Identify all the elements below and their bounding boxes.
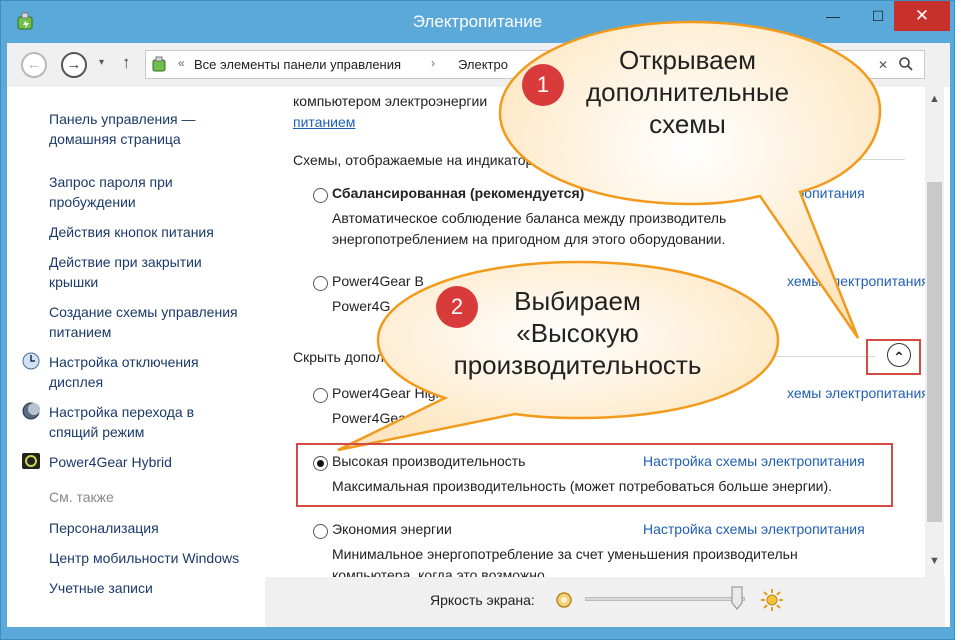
vertical-scrollbar[interactable]: ▲ ▼ [925,87,944,577]
brightness-low-icon [556,592,572,608]
recent-locations-button[interactable]: ▾ [99,57,104,68]
plan-desc-power-saver-1: Минимальное энергопотребление за счет ум… [332,546,798,562]
sidebar-item-display-off[interactable]: Настройка отключения дисплея [49,352,199,392]
sidebar-home-link[interactable]: Панель управления — домашняя страница [49,109,196,149]
brightness-slider-thumb[interactable] [731,586,743,610]
plan-desc-balanced-1: Автоматическое соблюдение баланса между … [332,210,727,226]
plan-name-balanced[interactable]: Сбалансированная (рекомендуется) [332,185,584,201]
power4gear-icon [22,453,40,469]
plan-settings-link-balanced[interactable]: Настройка схемы электропитания [643,185,865,201]
sidebar-item-create-plan[interactable]: Создание схемы управления питанием [49,302,238,342]
sidebar-item-mobility-center[interactable]: Центр мобильности Windows [49,548,239,568]
plan-desc-high-performance: Максимальная производительность (может п… [332,478,833,494]
plan-desc-power4gear-battery: Power4G [332,298,391,314]
hide-section-divider [685,356,875,357]
intro-link[interactable]: питанием [293,114,355,130]
plan-desc-power-saver-2: компьютера, когда это возможно. [332,567,549,577]
search-clear-icon[interactable]: ✕ [878,58,888,72]
breadcrumb-power[interactable]: Электро [458,57,508,72]
moon-icon [22,402,40,420]
sidebar-item-power-buttons[interactable]: Действия кнопок питания [49,222,214,242]
control-panel-icon [152,56,166,72]
radio-power-saver[interactable] [313,524,328,539]
radio-power4gear-battery[interactable] [313,276,328,291]
brightness-slider-track[interactable] [585,597,745,601]
sidebar-item-power4gear[interactable]: Power4Gear Hybrid [49,452,172,472]
display-icon [22,352,40,370]
hide-additional-plans[interactable]: Скрыть допол [293,349,384,365]
brightness-bar: Яркость экрана: [265,577,945,627]
sidebar-item-lid-close[interactable]: Действие при закрытии крышки [49,252,202,292]
sidebar-item-sleep[interactable]: Настройка перехода в спящий режим [49,402,194,442]
address-overflow-chevron[interactable]: « [178,56,185,70]
plan-desc-power4gear-high: Power4Gear [332,410,411,426]
sidebar: Панель управления — домашняя страница За… [7,87,265,627]
brightness-label: Яркость экрана: [430,592,535,608]
window: Электропитание — ☐ ✕ ← → ▾ ↑ « Все элеме… [0,0,955,640]
plan-name-high-performance[interactable]: Высокая производительность [332,453,525,469]
up-button[interactable]: ↑ [122,53,131,73]
see-also-heading: См. также [49,489,114,505]
breadcrumb-separator[interactable]: › [431,56,435,70]
sidebar-item-personalization[interactable]: Персонализация [49,518,159,538]
address-bar[interactable]: « Все элементы панели управления › Элект… [145,50,925,79]
scroll-down-arrow-icon[interactable]: ▼ [929,555,940,567]
section-divider [605,159,905,160]
scroll-up-arrow-icon[interactable]: ▲ [929,93,940,105]
chevron-up-icon: ⌃ [893,349,905,365]
content-area: Панель управления — домашняя страница За… [7,87,950,627]
back-button[interactable]: ← [21,52,47,78]
main-panel: компьютером электроэнергии питанием Схем… [265,87,925,577]
plan-name-power4gear-battery[interactable]: Power4Gear B [332,273,424,289]
plan-settings-link-power-saver[interactable]: Настройка схемы электропитания [643,521,865,537]
plan-name-power-saver[interactable]: Экономия энергии [332,521,452,537]
radio-high-performance[interactable] [313,456,328,471]
forward-button[interactable]: → [61,52,87,78]
scroll-thumb[interactable] [927,182,942,522]
search-icon[interactable] [898,56,914,72]
section-title-battery-plans: Схемы, отображаемые на индикаторе батар [293,152,582,168]
navigation-bar: ← → ▾ ↑ « Все элементы панели управления… [7,43,950,87]
title-bar: Электропитание — ☐ ✕ [1,1,954,43]
brightness-high-icon [761,589,783,611]
collapse-button[interactable]: ⌃ [887,343,911,367]
plan-settings-link-power4gear-high[interactable]: хемы электропитания [787,385,925,401]
plan-settings-link-high-performance[interactable]: Настройка схемы электропитания [643,453,865,469]
intro-text: компьютером электроэнергии [293,93,488,109]
minimize-button[interactable]: — [811,1,855,31]
plan-settings-link-power4gear-battery[interactable]: хемы электропитания [787,273,925,289]
plan-name-power4gear-high[interactable]: Power4Gear High [332,385,443,401]
close-button[interactable]: ✕ [894,1,950,31]
sidebar-item-wake-password[interactable]: Запрос пароля при пробуждении [49,172,173,212]
sidebar-item-user-accounts[interactable]: Учетные записи [49,578,153,598]
radio-balanced[interactable] [313,188,328,203]
breadcrumb-all-items[interactable]: Все элементы панели управления [194,57,401,72]
radio-power4gear-high[interactable] [313,388,328,403]
plan-desc-balanced-2: энергопотреблением на пригодном для этог… [332,231,726,247]
